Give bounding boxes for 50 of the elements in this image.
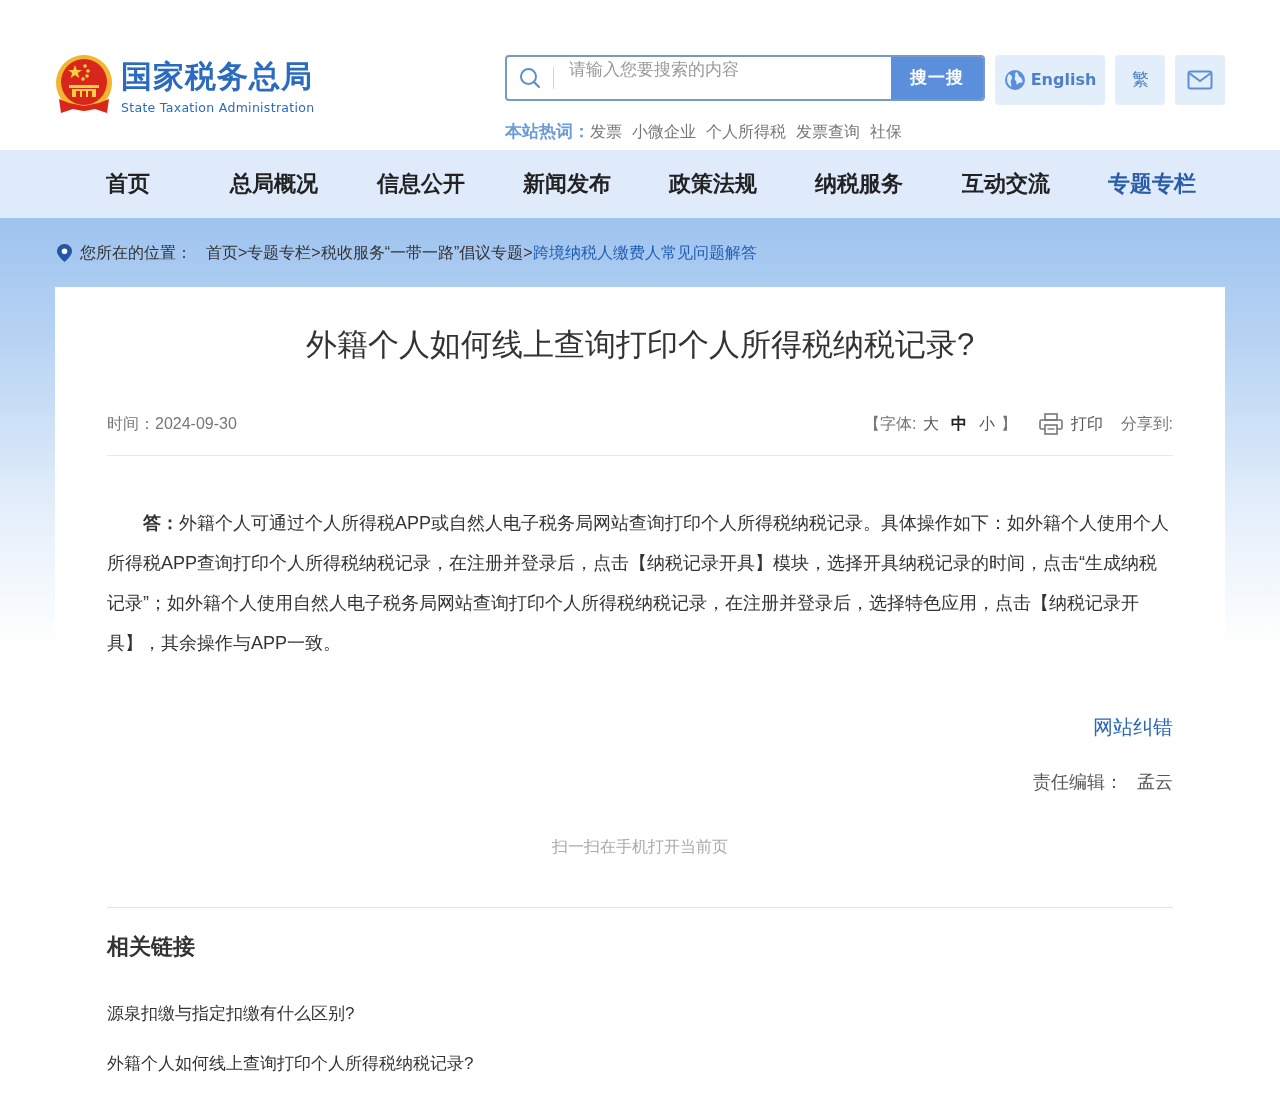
hot-word-link[interactable]: 个人所得税	[706, 123, 786, 140]
hot-words-label: 本站热词：	[505, 122, 590, 141]
breadcrumb-label: 您所在的位置：	[80, 242, 192, 263]
mail-icon	[1187, 70, 1213, 90]
emblem-icon	[55, 55, 113, 115]
hot-word-link[interactable]: 小微企业	[632, 123, 696, 140]
hot-word-link[interactable]: 发票	[590, 123, 622, 140]
font-size-option[interactable]: 小	[978, 411, 995, 436]
print-link[interactable]: 打印	[1038, 411, 1103, 436]
breadcrumb-link[interactable]: 专题专栏	[247, 240, 312, 265]
related-link[interactable]: 外籍个人如何线上查询打印个人所得税纳税记录?	[107, 1050, 474, 1077]
error-report-link[interactable]: 网站纠错	[1093, 715, 1173, 738]
hot-word-link[interactable]: 社保	[870, 123, 902, 140]
hot-word-link[interactable]: 发票查询	[796, 123, 860, 140]
globe-icon	[1003, 69, 1026, 91]
nav-tab[interactable]: 新闻发布	[493, 150, 640, 218]
printer-icon[interactable]	[1038, 412, 1063, 435]
publish-date: 2024-09-30	[155, 413, 237, 434]
article-title: 外籍个人如何线上查询打印个人所得税纳税记录?	[304, 326, 976, 364]
qr-caption: 扫一扫在手机打开当前页	[552, 837, 728, 855]
nav-tab[interactable]: 专题专栏	[1078, 150, 1225, 218]
date-label: 时间：	[107, 413, 155, 434]
font-size-label: 【字体:	[864, 413, 917, 434]
editor-label: 责任编辑：	[1033, 771, 1123, 792]
breadcrumb-link[interactable]: 首页	[206, 240, 238, 265]
breadcrumb-separator: >	[311, 242, 321, 263]
nav-tab[interactable]: 政策法规	[640, 150, 787, 218]
related-links-heading: 相关链接	[107, 932, 196, 961]
breadcrumb-link[interactable]: 税收服务“一带一路”倡议专题	[320, 240, 524, 265]
breadcrumb-link[interactable]: 跨境纳税人缴费人常见问题解答	[532, 240, 757, 265]
traditional-chinese-button[interactable]: 繁	[1115, 55, 1165, 105]
font-size-option[interactable]: 中	[950, 411, 967, 436]
mail-button[interactable]	[1175, 55, 1225, 105]
site-title: 国家税务总局	[121, 59, 314, 94]
answer-paragraph: 答：外籍个人可通过个人所得税APP或自然人电子税务局网站查询打印个人所得税纳税记录。具体操作如下：如外籍个人使用个人所得税APP查询打印个人所得税纳税记录，在注册并登录后，点击【纳税记录开具】模块，选择开具纳税记录的时间，点击“生成纳税记录”；如外籍个人使用自然人电子税务局网站查询打印个人所得税纳税记录，在注册并登录后，选择特色应用，点击【纳税记录开具】，其余操作与APP一致。	[107, 511, 1171, 655]
breadcrumb-separator: >	[523, 242, 533, 263]
share-label: 分享到:	[1120, 413, 1173, 434]
nav-tab[interactable]: 信息公开	[347, 150, 494, 218]
font-size-option[interactable]: 大	[922, 411, 939, 436]
nav-tab[interactable]: 首页	[55, 150, 202, 218]
nav-tab[interactable]: 纳税服务	[786, 150, 933, 218]
nav-tab[interactable]: 总局概况	[201, 150, 348, 218]
related-link[interactable]: 源泉扣缴与指定扣缴有什么区别?	[107, 1000, 355, 1027]
search-icon	[519, 67, 541, 89]
editor-name: 孟云	[1137, 771, 1173, 792]
site-subtitle: State Taxation Administration	[121, 99, 315, 118]
font-size-bracket: 】	[1000, 413, 1017, 434]
breadcrumb-separator: >	[238, 242, 248, 263]
nav-tab[interactable]: 互动交流	[932, 150, 1079, 218]
location-pin-icon	[57, 243, 72, 262]
